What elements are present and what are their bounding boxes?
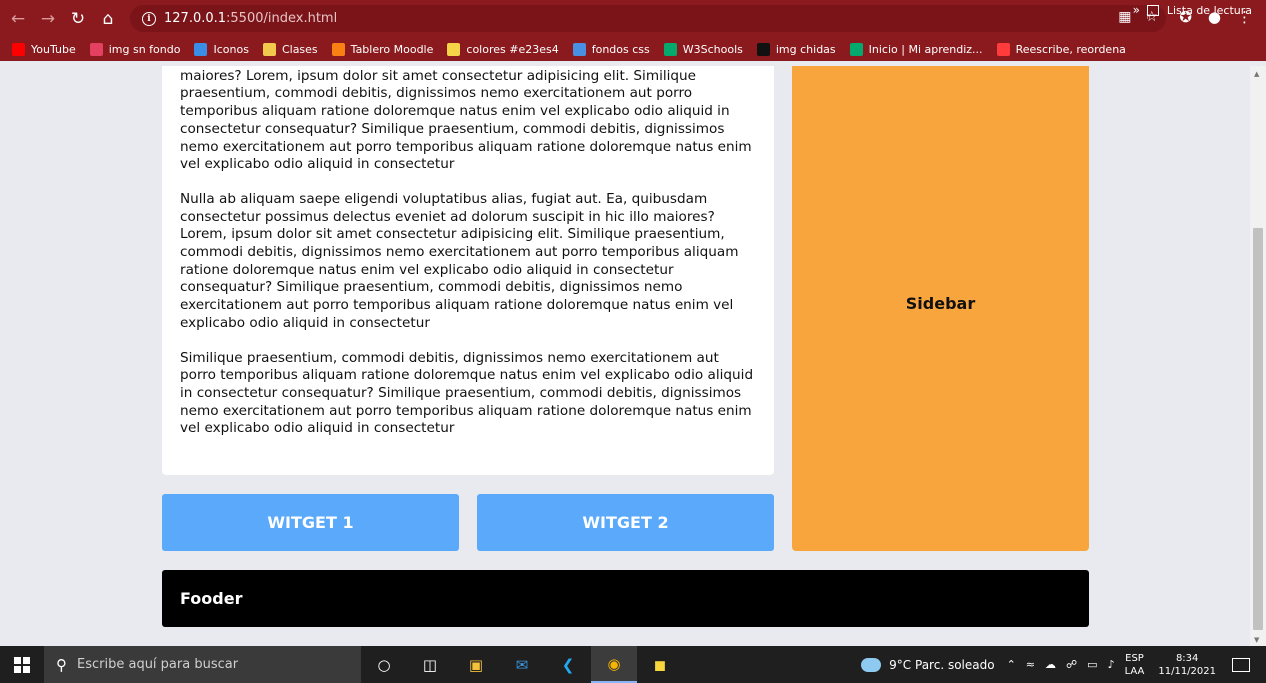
reading-list-icon	[1146, 5, 1159, 16]
bookmark-item[interactable]: Inicio | Mi aprendiz...	[849, 42, 983, 56]
onedrive-icon[interactable]: ☁	[1045, 658, 1056, 671]
weather-icon	[858, 652, 882, 672]
weather-widget[interactable]: 9°C Parc. soleado	[858, 652, 995, 672]
main-content: quibusdam consectetur possimus delectus …	[162, 66, 774, 475]
chrome-icon[interactable]: ◉	[591, 646, 637, 683]
bookmark-label: Iconos	[213, 42, 249, 56]
paragraph: Similique praesentium, commodi debitis, …	[180, 349, 754, 437]
bookmark-label: Reescribe, reordena	[1015, 42, 1126, 56]
reading-list-button[interactable]: Lista de lectura	[1146, 4, 1252, 17]
bookmark-favicon-icon	[663, 42, 677, 56]
translate-icon[interactable]: ▦	[1118, 9, 1131, 25]
bookmark-favicon-icon	[89, 42, 103, 56]
bookmark-label: W3Schools	[682, 42, 743, 56]
vscode-icon[interactable]: ❮	[545, 646, 591, 683]
mail-icon[interactable]: ✉	[499, 646, 545, 683]
paragraph: quibusdam consectetur possimus delectus …	[180, 67, 752, 173]
sidebar-label: Sidebar	[905, 294, 976, 313]
bookmark-label: img chidas	[775, 42, 836, 56]
language-indicator[interactable]: ESP LAA	[1125, 652, 1145, 678]
bookmark-item[interactable]: Reescribe, reordena	[996, 42, 1126, 56]
bookmark-favicon-icon	[194, 42, 208, 56]
meet-icon[interactable]: ☍	[1066, 658, 1077, 671]
back-icon[interactable]: ←	[6, 7, 30, 31]
bookmark-label: img sn fondo	[108, 42, 181, 56]
site-info-icon[interactable]: i	[142, 11, 156, 26]
bookmark-item[interactable]: img chidas	[756, 42, 836, 56]
sticky-notes-icon[interactable]: ◼	[637, 646, 683, 683]
windows-icon	[14, 656, 30, 673]
task-view-icon[interactable]: ◫	[407, 646, 453, 683]
page-scrollbar[interactable]: ▲ ▼	[1250, 66, 1266, 646]
taskbar-search[interactable]: ⚲ Escribe aquí para buscar	[44, 646, 361, 683]
scroll-thumb[interactable]	[1253, 228, 1263, 630]
taskbar: ⚲ Escribe aquí para buscar ○ ◫ ▣ ✉ ❮ ◉ ◼…	[0, 646, 1266, 683]
footer: Fooder	[162, 570, 1089, 627]
bookmarks-more-button[interactable]: »	[1133, 3, 1140, 17]
forward-icon[interactable]: →	[36, 7, 60, 31]
scroll-down-icon[interactable]: ▼	[1254, 636, 1259, 644]
battery-icon[interactable]: ▭	[1087, 658, 1097, 671]
bookmark-item[interactable]: Clases	[262, 42, 318, 56]
page-viewport: quibusdam consectetur possimus delectus …	[0, 66, 1250, 646]
url-text[interactable]: 127.0.0.1:5500/index.html	[164, 11, 337, 26]
clock[interactable]: 8:34 11/11/2021	[1158, 652, 1216, 678]
bookmark-label: Tablero Moodle	[350, 42, 434, 56]
browser-toolbar: ← → ↻ ⌂ i 127.0.0.1:5500/index.html ▦ ☆ …	[0, 0, 1266, 37]
bookmark-item[interactable]: colores #e23es4	[447, 42, 559, 56]
scroll-up-icon[interactable]: ▲	[1254, 70, 1259, 78]
home-icon[interactable]: ⌂	[96, 7, 120, 31]
bookmark-label: YouTube	[31, 42, 76, 56]
widget-2-label: WITGET 2	[582, 513, 669, 532]
bookmark-label: fondos css	[591, 42, 650, 56]
widget-1-label: WITGET 1	[267, 513, 354, 532]
bookmarks-bar: YouTube img sn fondo Iconos Clases Tablero M…	[0, 37, 1266, 61]
widget-1: WITGET 1	[162, 494, 459, 551]
bookmark-item[interactable]: Tablero Moodle	[331, 42, 434, 56]
start-button[interactable]	[0, 646, 44, 683]
bookmark-favicon-icon	[996, 42, 1010, 56]
bookmark-favicon-icon	[447, 42, 461, 56]
bookmark-label: Inicio | Mi aprendiz...	[868, 42, 983, 56]
volume-icon[interactable]: ♪	[1108, 658, 1115, 671]
notifications-icon[interactable]	[1232, 657, 1250, 672]
bookmark-label: colores #e23es4	[466, 42, 559, 56]
file-explorer-icon[interactable]: ▣	[453, 646, 499, 683]
bookmark-item[interactable]: fondos css	[572, 42, 650, 56]
bookmark-label: Clases	[281, 42, 318, 56]
sidebar: Sidebar	[792, 66, 1089, 551]
bookmark-favicon-icon	[756, 42, 770, 56]
widget-2: WITGET 2	[477, 494, 774, 551]
network-icon[interactable]: ≈	[1026, 658, 1035, 671]
bookmark-item[interactable]: W3Schools	[663, 42, 743, 56]
search-icon: ⚲	[56, 655, 67, 674]
bookmark-item[interactable]: Iconos	[194, 42, 249, 56]
bookmark-favicon-icon	[262, 42, 276, 56]
reload-icon[interactable]: ↻	[66, 7, 90, 31]
cortana-icon[interactable]: ○	[361, 646, 407, 683]
address-bar[interactable]: i 127.0.0.1:5500/index.html ▦ ☆	[130, 5, 1166, 32]
bookmark-favicon-icon	[849, 42, 863, 56]
footer-label: Fooder	[180, 589, 243, 608]
tray-chevron-icon[interactable]: ⌃	[1007, 658, 1016, 671]
bookmark-item[interactable]: YouTube	[12, 42, 76, 56]
bookmark-favicon-icon	[572, 42, 586, 56]
bookmark-favicon-icon	[12, 42, 25, 56]
bookmark-item[interactable]: img sn fondo	[89, 42, 181, 56]
paragraph: Nulla ab aliquam saepe eligendi voluptat…	[180, 190, 739, 331]
search-placeholder: Escribe aquí para buscar	[77, 657, 239, 672]
reading-list-label: Lista de lectura	[1166, 4, 1252, 17]
system-tray: 9°C Parc. soleado ⌃ ≈ ☁ ☍ ▭ ♪ ESP LAA 8:…	[858, 646, 1266, 683]
weather-text: 9°C Parc. soleado	[889, 657, 995, 672]
bookmark-favicon-icon	[331, 42, 345, 56]
